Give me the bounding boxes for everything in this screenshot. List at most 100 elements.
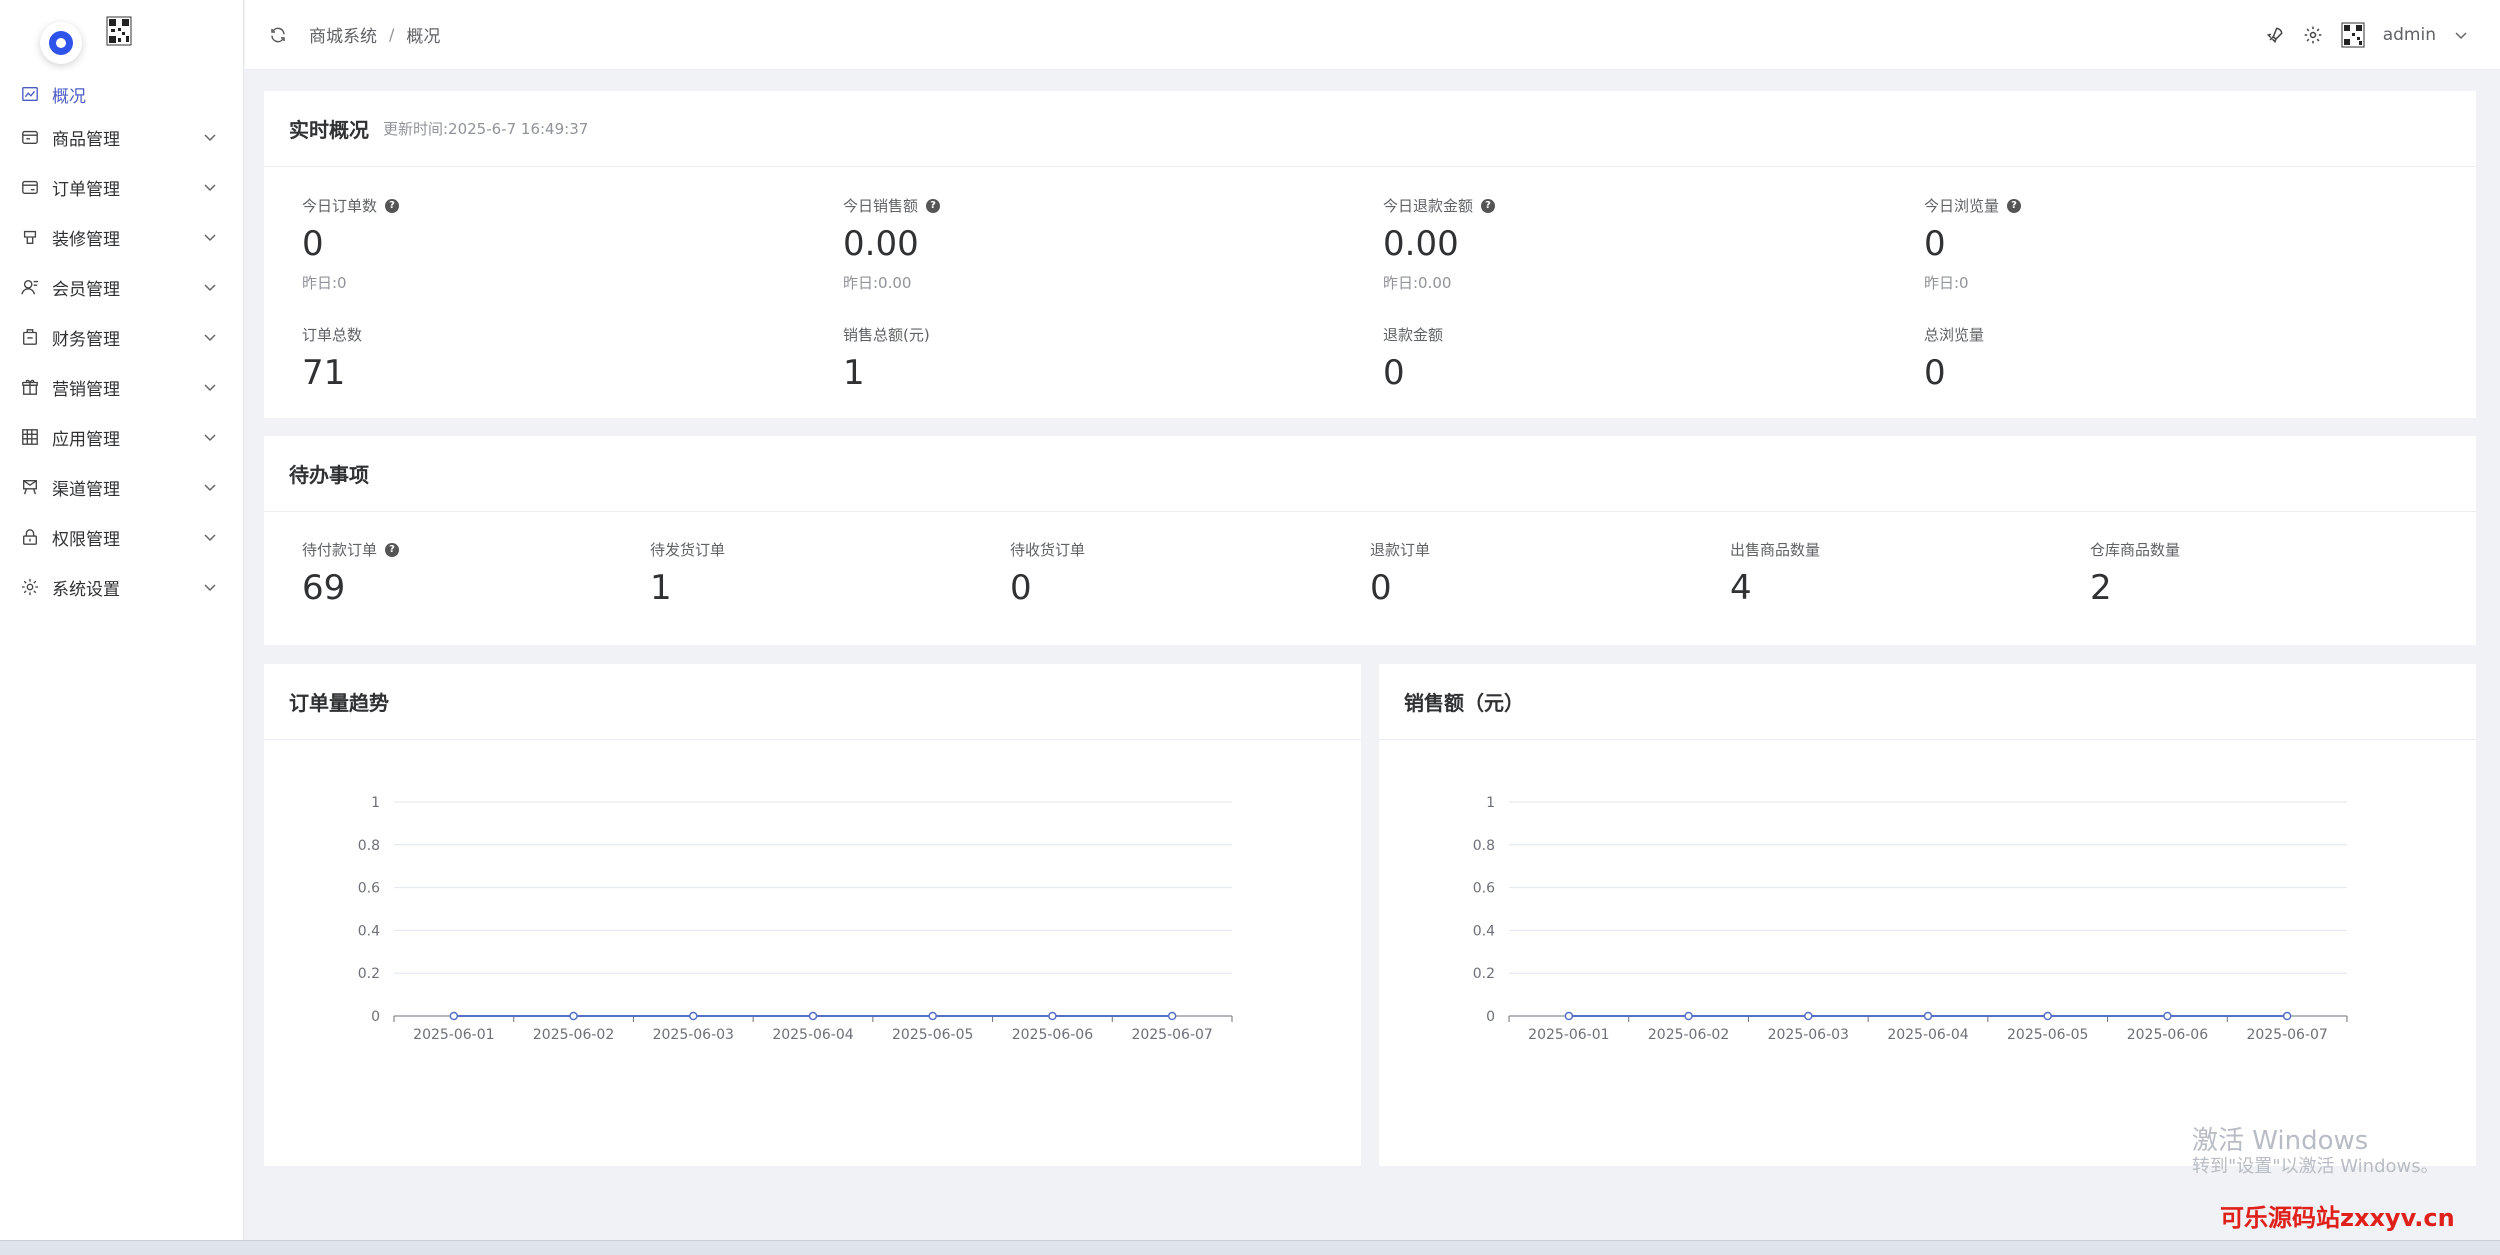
stat-label: 待付款订单 bbox=[302, 541, 378, 559]
stat-today-0: 今日订单数? 0 昨日:0 bbox=[302, 195, 400, 293]
x-tick-label: 2025-06-02 bbox=[1648, 1027, 1729, 1043]
stat-value: 1 bbox=[650, 568, 672, 608]
stat-value: 69 bbox=[302, 568, 346, 608]
y-tick-label: 0.4 bbox=[358, 923, 380, 939]
avatar[interactable] bbox=[2341, 22, 2365, 48]
app-logo[interactable] bbox=[40, 22, 82, 64]
x-tick-label: 2025-06-05 bbox=[892, 1027, 973, 1043]
y-tick-label: 0.8 bbox=[1473, 838, 1495, 854]
sidebar-item-4[interactable]: 会员管理 bbox=[0, 262, 243, 312]
realtime-title: 实时概况 bbox=[289, 118, 369, 142]
todo-card: 待办事项 待付款订单? 69 待发货订单 1 待收货订单 0 退款订单 0 出售商品数量 4 仓库商… bbox=[264, 436, 2476, 645]
data-point[interactable] bbox=[1804, 1011, 1813, 1021]
rocket-icon[interactable] bbox=[2265, 25, 2285, 45]
stat-value: 4 bbox=[1730, 568, 1752, 608]
x-tick-label: 2025-06-07 bbox=[1131, 1027, 1212, 1043]
help-icon[interactable]: ? bbox=[385, 542, 400, 557]
data-point[interactable] bbox=[1923, 1011, 1933, 1021]
stat-label: 退款订单 bbox=[1370, 541, 1431, 559]
update-time: 更新时间:2025-6-7 16:49:37 bbox=[383, 120, 589, 138]
refresh-icon[interactable] bbox=[269, 26, 287, 44]
sidebar-item-label: 概况 bbox=[52, 86, 86, 107]
sidebar-item-3[interactable]: 装修管理 bbox=[0, 212, 243, 262]
user-name[interactable]: admin bbox=[2383, 25, 2436, 45]
data-point[interactable] bbox=[2043, 1011, 2052, 1021]
stat-items-5: 仓库商品数量 2 bbox=[2090, 539, 2180, 608]
site-watermark: 可乐源码站zxxyv.cn bbox=[2220, 1204, 2455, 1232]
help-icon[interactable]: ? bbox=[385, 198, 400, 213]
sidebar-item-6[interactable]: 营销管理 bbox=[0, 362, 243, 412]
stat-yesterday: 昨日:0.00 bbox=[843, 274, 912, 292]
data-point[interactable] bbox=[2163, 1011, 2172, 1021]
data-point[interactable] bbox=[1048, 1011, 1057, 1021]
x-tick-label: 2025-06-05 bbox=[2007, 1027, 2088, 1043]
data-point[interactable] bbox=[689, 1011, 698, 1021]
sales-chart-card: 销售额（元） 0 0.2 0.4 0.6 0.8 1 2025-06-01 2025-06-0… bbox=[1379, 664, 2476, 1166]
data-point[interactable] bbox=[449, 1011, 459, 1021]
grid-icon bbox=[20, 427, 40, 447]
stat-items-2: 待收货订单 0 bbox=[1010, 539, 1085, 608]
breadcrumb-current: 概况 bbox=[406, 27, 441, 47]
sidebar-item-8[interactable]: 渠道管理 bbox=[0, 462, 243, 512]
qr-code-icon[interactable] bbox=[106, 16, 132, 46]
orders-trend-chart: 0 0.2 0.4 0.6 0.8 1 2025-06-01 2025-06-02 2025-0… bbox=[358, 795, 1233, 1043]
data-point[interactable] bbox=[2282, 1011, 2292, 1021]
stat-label: 今日订单数 bbox=[302, 197, 378, 215]
chevron-down-icon bbox=[204, 134, 216, 142]
data-point[interactable] bbox=[928, 1011, 937, 1021]
sidebar-item-7[interactable]: 应用管理 bbox=[0, 412, 243, 462]
chevron-down-icon bbox=[204, 384, 216, 392]
data-point[interactable] bbox=[1564, 1011, 1574, 1021]
stat-totals-2: 退款金额 0 bbox=[1383, 324, 1443, 393]
data-point[interactable] bbox=[808, 1011, 818, 1021]
sidebar-item-2[interactable]: 订单管理 bbox=[0, 162, 243, 212]
chevron-down-icon[interactable] bbox=[2454, 28, 2468, 42]
goods-icon bbox=[20, 127, 40, 147]
stat-label: 今日浏览量 bbox=[1924, 197, 2000, 215]
y-tick-label: 0 bbox=[371, 1009, 380, 1025]
todo-title: 待办事项 bbox=[289, 463, 369, 487]
top-bar: 商城系统 / 概况 admin bbox=[245, 0, 2500, 70]
x-tick-label: 2025-06-03 bbox=[1768, 1027, 1849, 1043]
finance-icon bbox=[20, 327, 40, 347]
gear-icon[interactable] bbox=[2303, 25, 2323, 45]
windows-activation-hint: 转到"设置"以激活 Windows。 bbox=[2192, 1156, 2439, 1177]
stat-value: 0 bbox=[1370, 568, 1392, 608]
x-tick-label: 2025-06-06 bbox=[2127, 1027, 2208, 1043]
stat-label: 总浏览量 bbox=[1924, 326, 1985, 344]
y-tick-label: 0.6 bbox=[358, 881, 380, 897]
help-icon[interactable]: ? bbox=[1481, 198, 1496, 213]
sidebar-item-label: 应用管理 bbox=[52, 429, 120, 450]
y-tick-label: 1 bbox=[371, 795, 380, 811]
stat-label: 订单总数 bbox=[302, 326, 363, 344]
y-tick-label: 0.8 bbox=[358, 838, 380, 854]
stat-value: 1 bbox=[843, 353, 865, 393]
y-tick-label: 1 bbox=[1486, 795, 1495, 811]
sidebar-item-label: 装修管理 bbox=[52, 229, 120, 250]
sidebar-item-9[interactable]: 权限管理 bbox=[0, 512, 243, 562]
help-icon[interactable]: ? bbox=[2007, 198, 2022, 213]
stat-label: 出售商品数量 bbox=[1730, 541, 1821, 559]
sidebar-item-0[interactable]: 概况 bbox=[0, 76, 243, 112]
sidebar-item-1[interactable]: 商品管理 bbox=[0, 112, 243, 162]
data-point[interactable] bbox=[569, 1011, 578, 1021]
data-point[interactable] bbox=[1167, 1011, 1177, 1021]
orders-chart-header: 订单量趋势 bbox=[264, 664, 1361, 740]
gear-icon bbox=[20, 577, 40, 597]
x-tick-label: 2025-06-02 bbox=[533, 1027, 614, 1043]
help-icon[interactable]: ? bbox=[926, 198, 941, 213]
stat-yesterday: 昨日:0 bbox=[1924, 274, 1969, 292]
order-icon bbox=[20, 177, 40, 197]
chevron-down-icon bbox=[204, 584, 216, 592]
y-tick-label: 0.6 bbox=[1473, 881, 1495, 897]
breadcrumb-separator: / bbox=[389, 25, 395, 44]
data-point[interactable] bbox=[1684, 1011, 1693, 1021]
chevron-down-icon bbox=[204, 334, 216, 342]
stat-label: 退款金额 bbox=[1383, 326, 1444, 344]
x-tick-label: 2025-06-01 bbox=[413, 1027, 494, 1043]
sidebar-item-5[interactable]: 财务管理 bbox=[0, 312, 243, 362]
breadcrumb-root[interactable]: 商城系统 bbox=[309, 22, 377, 47]
stat-value: 0 bbox=[302, 224, 324, 264]
sidebar-item-label: 财务管理 bbox=[52, 329, 120, 350]
sidebar-item-10[interactable]: 系统设置 bbox=[0, 562, 243, 612]
